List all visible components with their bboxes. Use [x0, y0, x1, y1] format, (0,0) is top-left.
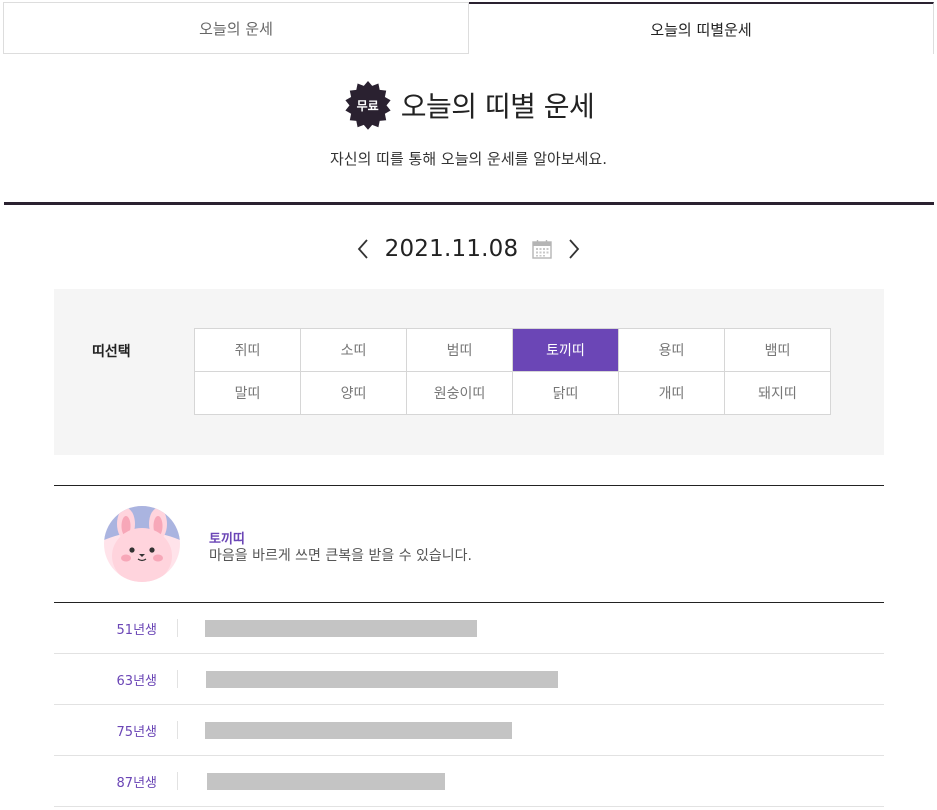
birth-year-row: 75년생 — [54, 705, 884, 756]
calendar-icon[interactable] — [532, 239, 553, 259]
fortune-text-placeholder — [206, 671, 558, 688]
date-navigator: 2021.11.08 — [0, 236, 937, 262]
zodiac-option-ox[interactable]: 소띠 — [301, 329, 407, 372]
zodiac-option-sheep[interactable]: 양띠 — [301, 372, 407, 415]
row-separator — [177, 721, 178, 739]
zodiac-option-pig[interactable]: 돼지띠 — [725, 372, 831, 415]
page-title-wrap: 무료 오늘의 띠별 운세 — [343, 80, 595, 130]
zodiac-option-dog[interactable]: 개띠 — [619, 372, 725, 415]
zodiac-option-rabbit[interactable]: 토끼띠 — [513, 329, 619, 372]
birth-year-label: 63년생 — [116, 673, 157, 689]
zodiac-selector-label: 띠선택 — [92, 344, 131, 360]
zodiac-selector-panel: 띠선택 쥐띠 소띠 범띠 토끼띠 용띠 뱀띠 말띠 양띠 원숭이띠 닭띠 개띠 … — [54, 289, 884, 455]
birth-year-row: 87년생 — [54, 756, 884, 807]
result-description: 마음을 바르게 쓰면 큰복을 받을 수 있습니다. — [209, 548, 472, 564]
zodiac-option-tiger[interactable]: 범띠 — [407, 329, 513, 372]
birth-year-label: 51년생 — [116, 622, 157, 638]
free-badge: 무료 — [343, 80, 393, 130]
birth-year-list: 51년생 63년생 75년생 87년생 — [54, 603, 884, 807]
birth-year-row: 63년생 — [54, 654, 884, 705]
birth-year-label: 75년생 — [116, 724, 157, 740]
page-subtitle: 자신의 띠를 통해 오늘의 운세를 알아보세요. — [329, 150, 607, 168]
row-separator — [177, 670, 178, 688]
fortune-text-placeholder — [205, 722, 512, 739]
zodiac-option-monkey[interactable]: 원숭이띠 — [407, 372, 513, 415]
prev-date-button[interactable] — [355, 236, 371, 262]
page-title: 오늘의 띠별 운세 — [400, 90, 595, 123]
next-date-button[interactable] — [566, 236, 582, 262]
result-top-divider — [54, 485, 884, 486]
chevron-right-icon — [569, 239, 580, 259]
fortune-text-placeholder — [205, 620, 477, 637]
header-divider — [4, 202, 934, 205]
birth-year-label: 87년생 — [116, 775, 157, 791]
fortune-text-placeholder — [207, 773, 445, 790]
birth-year-row: 51년생 — [54, 603, 884, 654]
free-badge-label: 무료 — [356, 98, 379, 113]
rabbit-avatar-icon — [104, 506, 180, 582]
fortune-tabs: 오늘의 운세 오늘의 띠별운세 — [3, 2, 934, 54]
zodiac-option-horse[interactable]: 말띠 — [195, 372, 301, 415]
page-header: 무료 오늘의 띠별 운세 자신의 띠를 통해 오늘의 운세를 알아보세요. — [0, 80, 937, 169]
row-separator — [177, 772, 178, 790]
tab-today-fortune[interactable]: 오늘의 운세 — [3, 2, 469, 54]
zodiac-option-rat[interactable]: 쥐띠 — [195, 329, 301, 372]
zodiac-option-rooster[interactable]: 닭띠 — [513, 372, 619, 415]
zodiac-option-snake[interactable]: 뱀띠 — [725, 329, 831, 372]
zodiac-grid: 쥐띠 소띠 범띠 토끼띠 용띠 뱀띠 말띠 양띠 원숭이띠 닭띠 개띠 돼지띠 — [194, 328, 831, 415]
zodiac-option-dragon[interactable]: 용띠 — [619, 329, 725, 372]
row-separator — [177, 619, 178, 637]
current-date: 2021.11.08 — [384, 236, 519, 262]
chevron-left-icon — [357, 239, 368, 259]
tab-zodiac-fortune[interactable]: 오늘의 띠별운세 — [469, 2, 934, 54]
